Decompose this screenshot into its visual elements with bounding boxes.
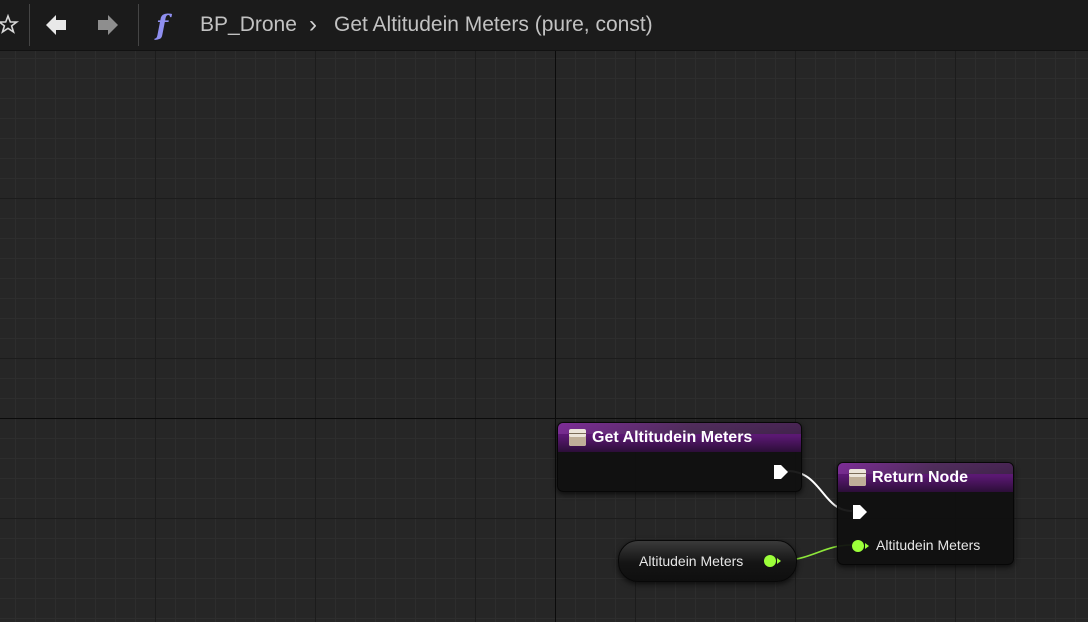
exec-input-pin-icon[interactable] (851, 503, 869, 521)
float-input-pin-icon[interactable] (850, 538, 870, 554)
node-header: Get Altitudein Meters (558, 423, 801, 452)
function-node-icon (569, 429, 586, 446)
return-node[interactable]: Return Node Altitudein Meters (837, 462, 1014, 565)
node-header: Return Node (838, 463, 1013, 492)
function-entry-node[interactable]: Get Altitudein Meters (557, 422, 802, 492)
variable-getter-node[interactable]: Altitudein Meters (618, 540, 797, 582)
float-output-pin-icon[interactable] (762, 553, 782, 569)
function-node-icon (849, 469, 866, 486)
node-title: Get Altitudein Meters (592, 428, 753, 446)
exec-output-pin-icon[interactable] (772, 463, 790, 481)
variable-label: Altitudein Meters (639, 553, 744, 569)
return-pin-label: Altitudein Meters (876, 537, 981, 553)
node-title: Return Node (872, 468, 968, 486)
